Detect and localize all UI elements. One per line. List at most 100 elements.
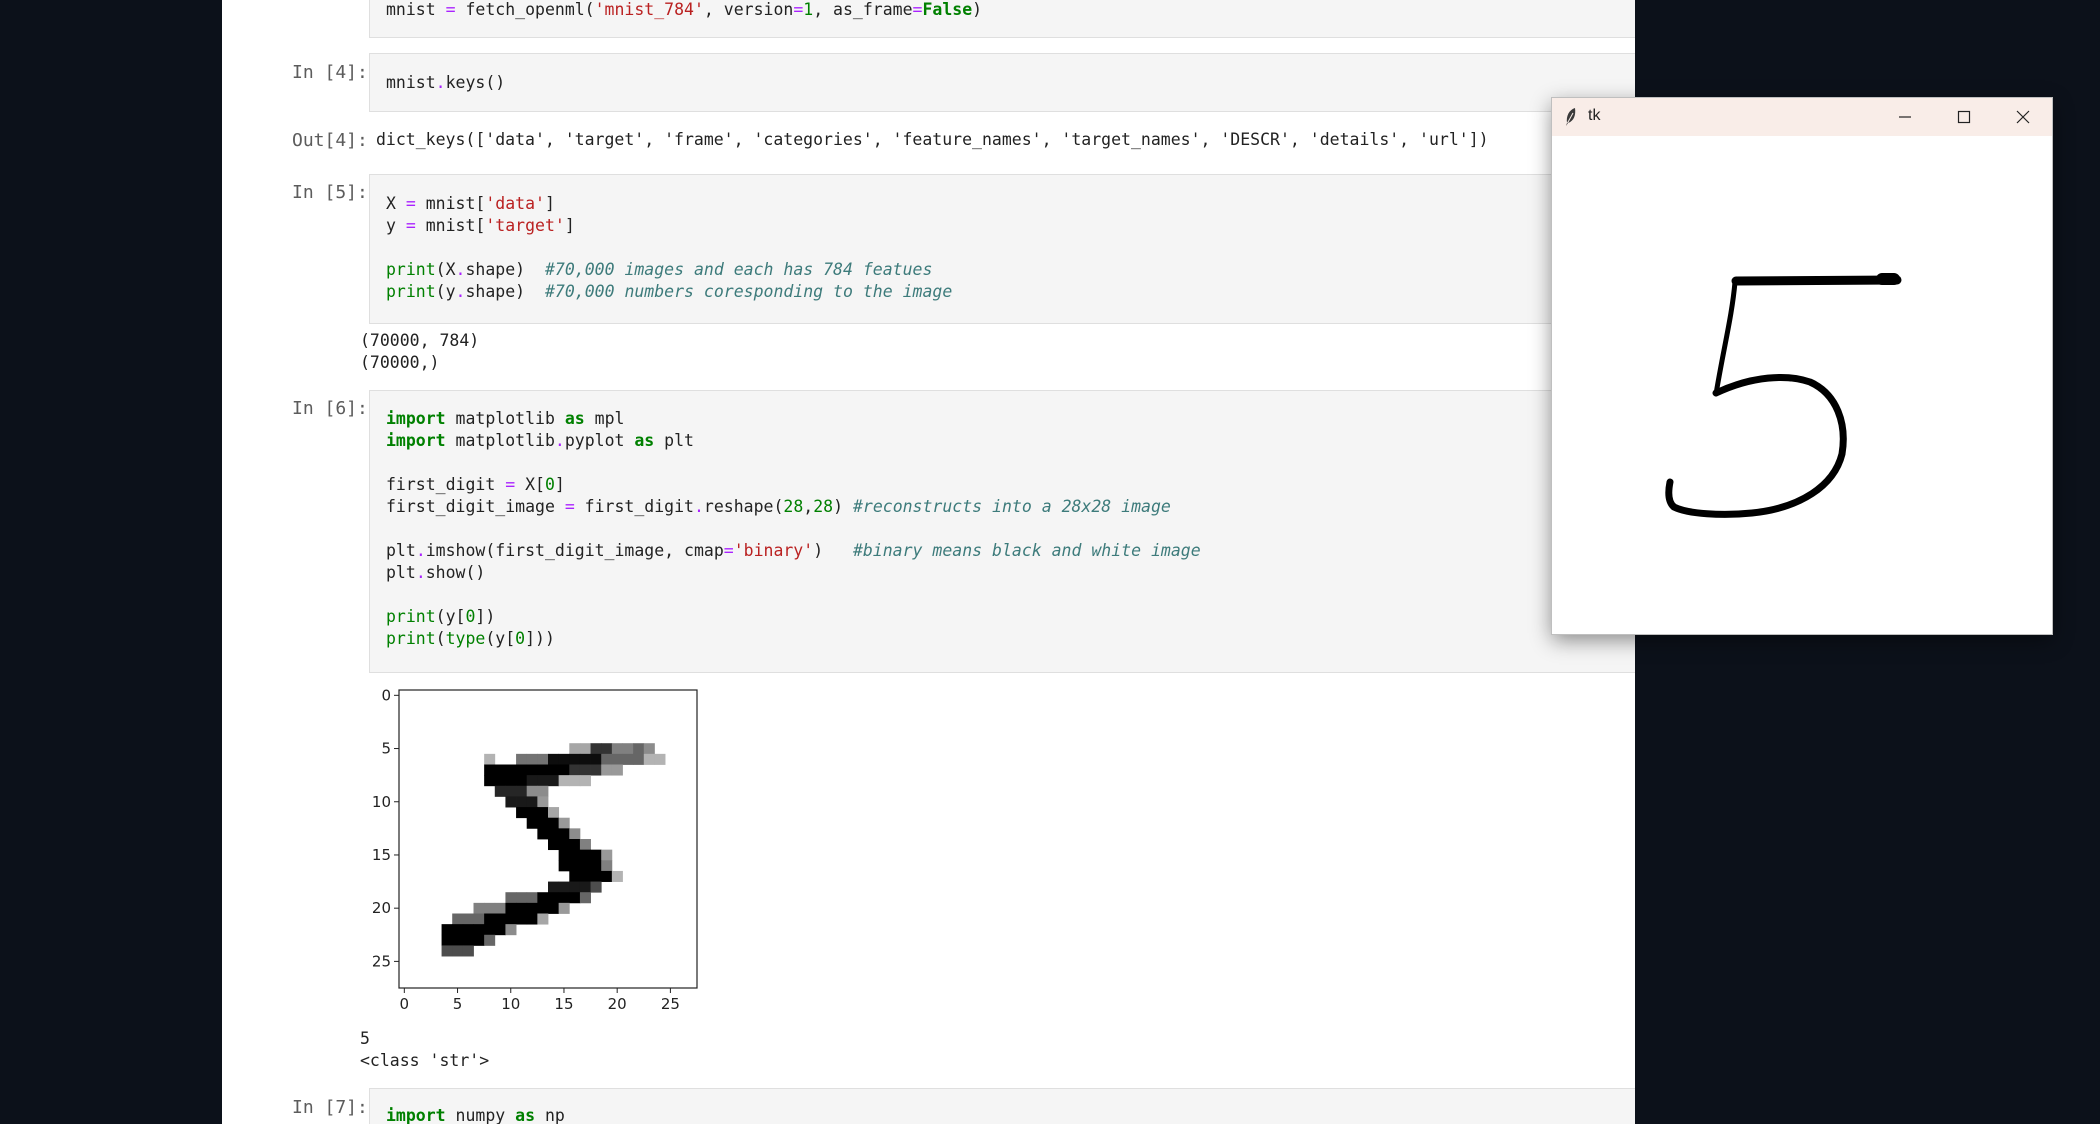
tk-window[interactable]: tk [1552,98,2052,634]
digit-pixel [462,913,474,925]
digit-pixel [569,881,581,893]
digit-pixel [611,743,623,755]
digit-pixel [537,775,549,787]
digit-pixel [441,934,453,946]
digit-pixel [601,753,613,765]
digit-pixel [633,753,645,765]
digit-pixel [579,860,591,872]
x-tick-label: 15 [554,995,573,1013]
digit-pixel [601,764,613,776]
digit-pixel [537,828,549,840]
x-tick-label: 25 [661,995,680,1013]
maximize-icon [1957,110,1971,124]
digit-pixel [494,924,506,936]
digit-pixel [516,753,528,765]
digit-pixel [558,753,570,765]
digit-pixel [601,743,613,755]
digit-pixel [622,743,634,755]
code-cell-7[interactable]: import numpy as np [369,1088,1635,1124]
digit-pixel [537,913,549,925]
code-line: plt.imshow(first_digit_image, cmap='bina… [386,541,1201,560]
digit-pixel [601,860,613,872]
code-line: print(X.shape) #70,000 images and each h… [386,260,933,279]
input-prompt-5: In [5]: [292,182,368,203]
digit-pixel [579,743,591,755]
digit-pixel [558,881,570,893]
digit-pixel [516,892,528,904]
digit-pixel [590,743,602,755]
code-line: import matplotlib.pyplot as plt [386,431,694,450]
digit-pixel [526,892,538,904]
maximize-button[interactable] [1935,98,1993,136]
y-tick-label: 25 [372,952,391,970]
digit-pixel [548,817,560,829]
digit-pixel [516,796,528,808]
digit-pixel [548,892,560,904]
digit-pixel [526,807,538,819]
mnist-digit-plot: 0 5 10 15 20 25 0 5 10 15 20 25 [372,686,698,1013]
digit-pixel [633,743,645,755]
close-button[interactable] [1994,98,2052,136]
digit-pixel [569,839,581,851]
y-tick-label: 0 [381,686,391,704]
digit-pixel [526,902,538,914]
window-title: tk [1588,107,1601,124]
digit-pixel [558,764,570,776]
digit-pixel [484,775,496,787]
digit-pixel [590,753,602,765]
digit-pixel [579,881,591,893]
digit-pixel [494,913,506,925]
digit-pixel [452,913,464,925]
input-prompt-4: In [4]: [292,62,368,83]
digit-pixel [526,764,538,776]
digit-pixel [569,764,581,776]
digit-pixel [516,764,528,776]
digit-pixel [611,753,623,765]
digit-pixel [569,775,581,787]
digit-pixel [622,753,634,765]
digit-pixel [494,785,506,797]
digit-pixel [441,924,453,936]
code-block: X = mnist['data'] y = mnist['target'] pr… [370,175,1635,303]
digit-pixel [505,902,517,914]
digit-pixel [494,764,506,776]
code-cell-3[interactable]: mnist = fetch_openml('mnist_784', versio… [369,0,1635,38]
digit-pixel [452,945,464,957]
digit-pixel [516,902,528,914]
digit-pixel [484,934,496,946]
digit-pixel [537,764,549,776]
code-cell-6[interactable]: import matplotlib as mpl import matplotl… [369,390,1635,673]
digit-pixel [579,753,591,765]
digit-pixel [569,892,581,904]
digit-pixel [590,881,602,893]
minimize-icon [1899,116,1911,118]
cell-output-4: dict_keys(['data', 'target', 'frame', 'c… [376,130,1489,149]
x-tick-label: 20 [608,995,627,1013]
code-line: import matplotlib as mpl [386,409,625,428]
minimize-button[interactable] [1876,98,1934,136]
digit-pixel [548,753,560,765]
code-cell-5[interactable]: X = mnist['data'] y = mnist['target'] pr… [369,174,1635,324]
digit-pixel [548,764,560,776]
tk-titlebar[interactable]: tk [1552,98,2052,136]
digit-pixel [558,902,570,914]
digit-pixel [537,796,549,808]
notebook-page: mnist = fetch_openml('mnist_784', versio… [222,0,1635,1124]
x-tick-label: 0 [400,995,410,1013]
digit-pixel [516,807,528,819]
x-tick-label: 10 [501,995,520,1013]
digit-pixel [654,753,666,765]
drawing-canvas[interactable] [1552,136,2052,634]
digit-pixel [569,753,581,765]
code-line: print(y.shape) #70,000 numbers corespond… [386,282,953,301]
digit-pixel [505,892,517,904]
digit-pixel [558,860,570,872]
y-tick-label: 5 [381,740,391,758]
input-prompt-6: In [6]: [292,398,368,419]
code-cell-4[interactable]: mnist.keys() [369,53,1635,112]
digit-pixel [643,753,655,765]
digit-pixel [558,775,570,787]
digit-pixel [579,839,591,851]
code-line: mnist = fetch_openml('mnist_784', versio… [386,0,983,19]
cell-output-6: 5 <class 'str'> [360,1029,490,1070]
